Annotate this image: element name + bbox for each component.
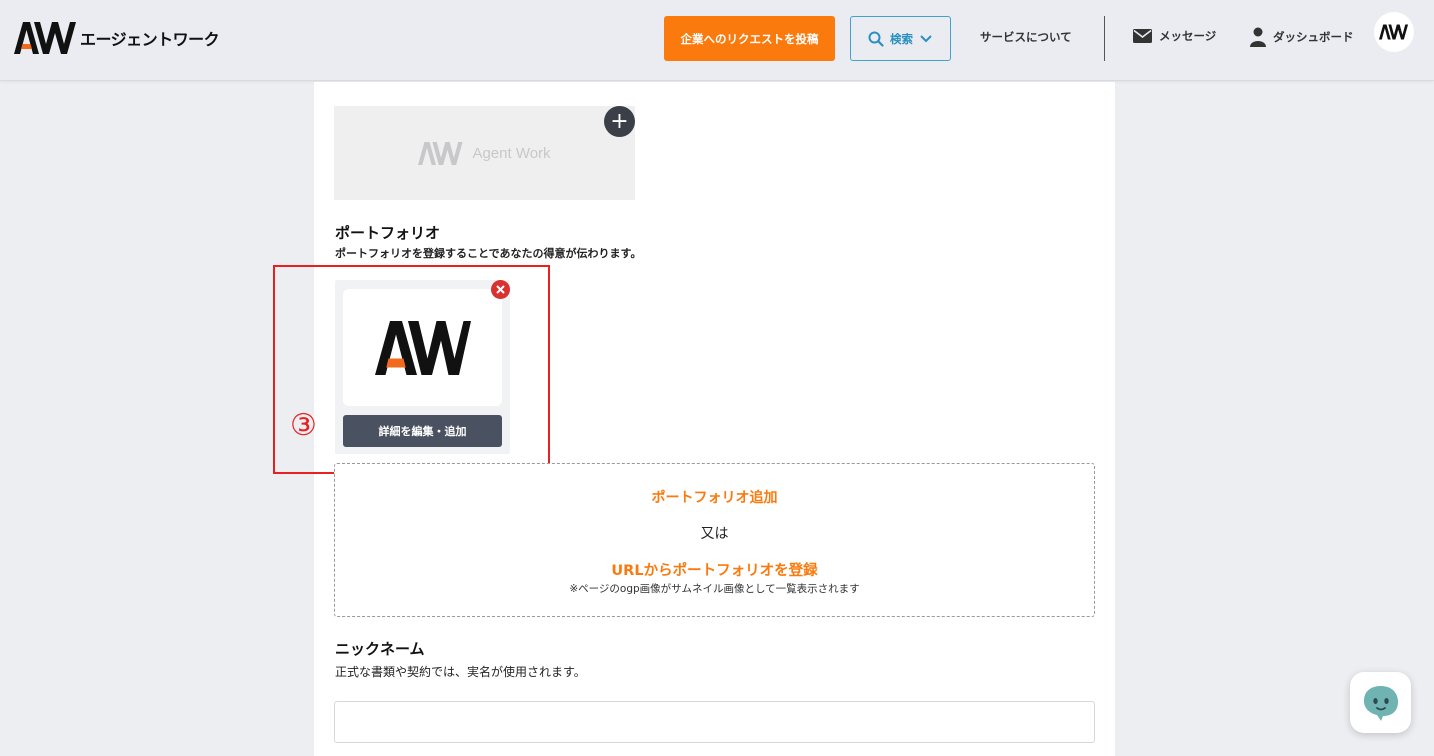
search-icon	[868, 31, 884, 47]
cover-placeholder-text: Agent Work	[472, 144, 551, 162]
register-url-link[interactable]: URLからポートフォリオを登録	[335, 559, 1094, 580]
post-request-button[interactable]: 企業へのリクエストを投稿	[664, 16, 835, 61]
dashboard-label: ダッシュボード	[1273, 30, 1354, 44]
portfolio-dropzone: ポートフォリオ追加 又は URLからポートフォリオを登録 ※ページのogp画像が…	[334, 463, 1095, 617]
portfolio-title: ポートフォリオ	[335, 224, 441, 242]
url-note: ※ページのogp画像がサムネイル画像として一覧表示されます	[569, 583, 860, 595]
dashboard-link[interactable]: ダッシュボード	[1250, 27, 1354, 47]
add-portfolio-link[interactable]: ポートフォリオ追加	[335, 487, 1094, 507]
cover-image[interactable]: Agent Work	[334, 106, 635, 200]
nickname-input[interactable]	[334, 701, 1095, 743]
top-header: エージェントワーク 企業へのリクエストを投稿 検索 サービスについて メッセージ…	[0, 0, 1434, 81]
annotation-step-marker: ③	[290, 408, 317, 443]
search-button[interactable]: 検索	[850, 16, 951, 61]
mail-icon	[1133, 29, 1152, 43]
about-service-link[interactable]: サービスについて	[980, 29, 1072, 45]
brand-name: エージェントワーク	[80, 30, 220, 49]
search-button-label: 検索	[890, 31, 913, 46]
plus-icon: +	[610, 108, 629, 134]
avatar-aw-logo	[1379, 24, 1409, 40]
avatar[interactable]	[1374, 12, 1414, 52]
chat-bot-icon	[1363, 685, 1398, 721]
add-cover-button[interactable]: +	[604, 106, 635, 137]
messages-link[interactable]: メッセージ	[1133, 28, 1216, 44]
portfolio-description: ポートフォリオを登録することであなたの得意が伝わります。	[335, 247, 642, 260]
nickname-title: ニックネーム	[335, 640, 425, 658]
nickname-description: 正式な書類や契約では、実名が使用されます。	[335, 665, 586, 679]
cover-aw-logo	[418, 141, 464, 165]
chevron-down-icon	[919, 34, 933, 44]
messages-label: メッセージ	[1159, 29, 1217, 43]
user-icon	[1250, 27, 1266, 47]
brand-logo-link[interactable]: エージェントワーク	[14, 22, 220, 54]
chat-bot-button[interactable]	[1350, 672, 1411, 733]
header-divider	[1104, 16, 1105, 61]
aw-logo	[14, 22, 76, 54]
or-text: 又は	[700, 526, 729, 542]
